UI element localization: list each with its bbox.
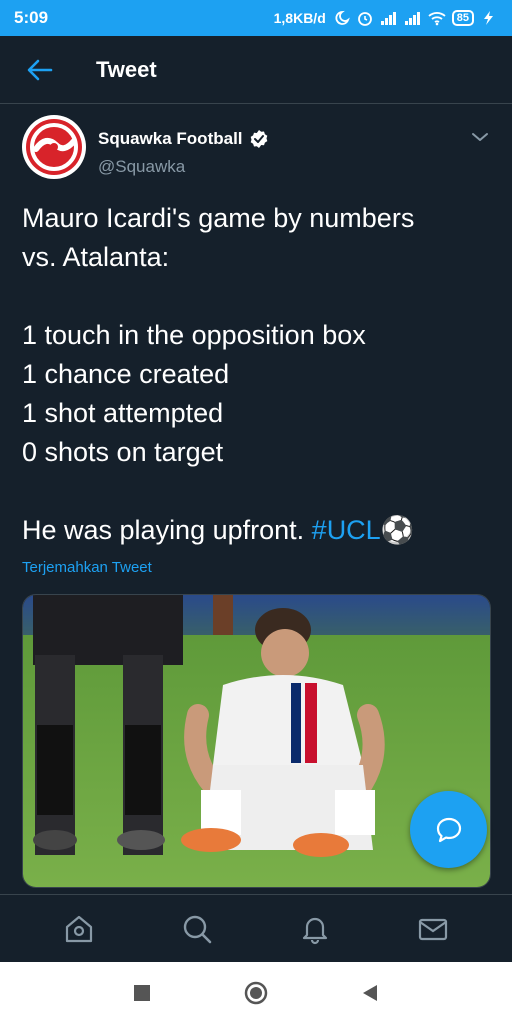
back-system-button[interactable]	[355, 978, 385, 1008]
charging-icon	[484, 11, 493, 25]
status-time: 5:09	[14, 8, 49, 27]
signal-icon-2	[404, 12, 420, 25]
author-name-row[interactable]: Squawka Football	[98, 129, 269, 149]
home-system-button[interactable]	[241, 978, 271, 1008]
recents-button[interactable]	[127, 978, 157, 1008]
tweet-text: Mauro Icardi's game by numbers vs. Atala…	[22, 199, 492, 550]
chevron-down-icon	[472, 133, 488, 141]
messages-icon	[418, 918, 448, 940]
top-app-bar: Tweet	[0, 36, 512, 104]
battery-level: 85	[451, 10, 474, 26]
bottom-navigation	[0, 894, 512, 962]
alarm-icon	[357, 12, 372, 26]
nav-home[interactable]	[47, 897, 111, 961]
reply-fab[interactable]	[410, 791, 487, 868]
translate-tweet-link[interactable]: Terjemahkan Tweet	[22, 559, 152, 576]
verified-badge-icon	[250, 130, 267, 148]
status-bar: 5:09 1,8KB/d 85	[0, 0, 512, 36]
author-name: Squawka Football	[98, 129, 243, 148]
back-triangle-icon	[363, 985, 377, 1001]
home-circle-icon	[244, 981, 268, 1005]
tweet-line: 1 touch in the opposition box	[22, 320, 366, 350]
notifications-icon	[302, 917, 328, 944]
tweet-line: Mauro Icardi's game by numbers	[22, 203, 415, 233]
arrow-left-icon	[27, 59, 53, 80]
tweet-line: 1 chance created	[22, 359, 230, 389]
nav-messages[interactable]	[401, 897, 465, 961]
back-button[interactable]	[0, 36, 80, 104]
search-icon	[183, 915, 212, 943]
tweet-line: vs. Atalanta:	[22, 242, 170, 272]
tweet-line: 1 shot attempted	[22, 398, 224, 428]
hashtag-link[interactable]: #UCL	[312, 515, 381, 545]
squawka-logo-icon	[23, 116, 85, 178]
home-icon	[65, 915, 93, 942]
recents-icon	[134, 985, 150, 1001]
wifi-icon	[428, 12, 446, 26]
tweet-line: He was playing upfront.	[22, 515, 312, 545]
author-handle[interactable]: @Squawka	[98, 157, 185, 177]
tweet-author: Squawka Football @Squawka	[22, 115, 492, 185]
tweet-line: 0 shots on target	[22, 437, 224, 467]
moon-icon	[335, 10, 350, 25]
status-right: 1,8KB/d 85	[274, 10, 498, 26]
tweet-last-line: He was playing upfront. #UCL⚽	[22, 511, 492, 550]
reply-icon	[436, 817, 461, 842]
system-navigation-bar	[0, 962, 512, 1024]
nav-notifications[interactable]	[283, 897, 347, 961]
nav-search[interactable]	[165, 897, 229, 961]
soccer-ball-emoji: ⚽	[380, 515, 415, 545]
tweet-menu-button[interactable]	[468, 127, 492, 147]
network-speed: 1,8KB/d	[273, 10, 326, 26]
page-title: Tweet	[96, 56, 157, 82]
avatar[interactable]	[22, 115, 86, 179]
signal-icon	[380, 12, 396, 25]
